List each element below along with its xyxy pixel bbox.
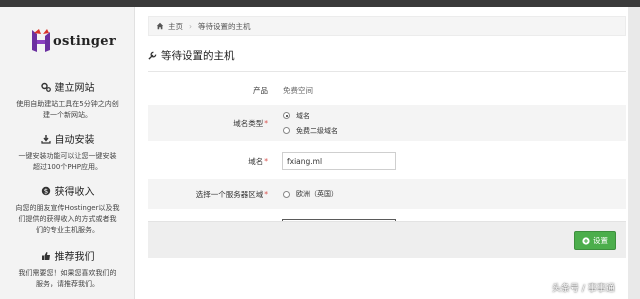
wrench-icon bbox=[148, 51, 157, 60]
main-content: 主页 › 等待设置的主机 等待设置的主机 产品 免费空间 域名类型* 域名 免费… bbox=[148, 16, 626, 299]
home-icon bbox=[156, 22, 164, 30]
title-divider bbox=[148, 71, 626, 72]
plus-circle-icon bbox=[582, 236, 590, 245]
sidebar-section-desc: 向您的朋友宣传Hostinger以及我 bbox=[15, 204, 120, 212]
domain-type-option-free-subdomain[interactable]: 免费二级域名 bbox=[283, 126, 338, 136]
form-actions-bar: 设置 bbox=[148, 221, 626, 258]
sidebar-section-desc: 们提供的获得收入的方式或者我 bbox=[18, 215, 117, 223]
radio-button-checked[interactable] bbox=[283, 112, 290, 119]
thumbs-up-icon bbox=[41, 251, 50, 260]
sidebar-section-desc: 使用自助建站工具在5分钟之内创 bbox=[16, 100, 119, 108]
svg-text:$: $ bbox=[43, 187, 47, 195]
watermark: 头条号 / 事事通 bbox=[552, 284, 615, 294]
sidebar-section-build-site[interactable]: 建立网站 使用自助建站工具在5分钟之内创 建一个新网站。 bbox=[0, 79, 135, 121]
sidebar-section-desc: 建一个新网站。 bbox=[43, 111, 92, 119]
sidebar-section-desc: 们的专业主机服务。 bbox=[36, 226, 99, 234]
hostinger-logo[interactable]: ostinger bbox=[30, 24, 130, 58]
download-icon bbox=[40, 134, 51, 144]
domain-label: 域名* bbox=[248, 156, 268, 166]
sidebar-section-desc: 一键安装功能可以让您一键安装 bbox=[18, 152, 117, 160]
dollar-icon: $ bbox=[41, 186, 50, 195]
sidebar-section-desc: 我们需要您！如果您喜欢我们的 bbox=[18, 269, 117, 277]
server-region-option-europe-uk[interactable]: 欧洲（英国） bbox=[283, 189, 338, 199]
breadcrumb: 主页 › 等待设置的主机 bbox=[148, 16, 626, 36]
product-value: 免费空间 bbox=[283, 85, 313, 95]
sidebar-section-title: 推荐我们 bbox=[54, 252, 95, 263]
setup-button[interactable]: 设置 bbox=[574, 231, 616, 250]
setup-button-label: 设置 bbox=[593, 236, 608, 245]
domain-type-radio-group: 域名 免费二级域名 bbox=[283, 111, 338, 136]
page-title-text: 等待设置的主机 bbox=[161, 50, 235, 62]
form-row-server-region: 选择一个服务器区域* 欧洲（英国） bbox=[148, 179, 626, 209]
logo-text: ostinger bbox=[53, 33, 116, 49]
breadcrumb-current: 等待设置的主机 bbox=[198, 21, 251, 31]
sidebar-section-auto-install[interactable]: 自动安装 一键安装功能可以让您一键安装 超过100个PHP应用。 bbox=[0, 131, 135, 173]
sidebar-section-title: 自动安装 bbox=[54, 135, 95, 146]
radio-button[interactable] bbox=[283, 127, 290, 134]
top-bar bbox=[0, 0, 640, 7]
sidebar-section-desc: 超过100个PHP应用。 bbox=[32, 163, 103, 171]
sidebar-section-earn-income[interactable]: $ 获得收入 向您的朋友宣传Hostinger以及我 们提供的获得收入的方式或者… bbox=[0, 183, 135, 236]
domain-type-label: 域名类型* bbox=[233, 118, 268, 128]
breadcrumb-separator: › bbox=[189, 21, 192, 31]
breadcrumb-home-link[interactable]: 主页 bbox=[168, 21, 183, 32]
radio-button[interactable] bbox=[283, 190, 290, 198]
form-row-domain-type: 域名类型* 域名 免费二级域名 bbox=[148, 105, 626, 141]
form-row-domain: 域名* fxiang.ml bbox=[148, 145, 626, 177]
sidebar: ostinger 建立网站 使用自助建站工具在5分钟之内创 建一个新网站。 自动… bbox=[0, 7, 135, 299]
sidebar-section-title: 获得收入 bbox=[54, 187, 95, 198]
domain-type-option-domain[interactable]: 域名 bbox=[283, 111, 338, 121]
server-region-label: 选择一个服务器区域* bbox=[195, 189, 268, 199]
gears-icon bbox=[40, 82, 51, 92]
domain-input[interactable]: fxiang.ml bbox=[282, 152, 396, 170]
product-label: 产品 bbox=[253, 85, 268, 95]
hostinger-logo-mark-icon bbox=[30, 28, 52, 54]
sidebar-section-recommend-us[interactable]: 推荐我们 我们需要您！如果您喜欢我们的 服务，请推荐我们。 bbox=[0, 248, 135, 290]
server-region-radio-group: 欧洲（英国） bbox=[283, 189, 338, 199]
page-title: 等待设置的主机 bbox=[148, 48, 626, 63]
sidebar-section-title: 建立网站 bbox=[54, 83, 95, 94]
sidebar-section-desc: 服务，请推荐我们。 bbox=[36, 280, 99, 288]
form-row-product: 产品 免费空间 bbox=[148, 78, 626, 102]
scrollbar-track[interactable] bbox=[628, 7, 640, 299]
